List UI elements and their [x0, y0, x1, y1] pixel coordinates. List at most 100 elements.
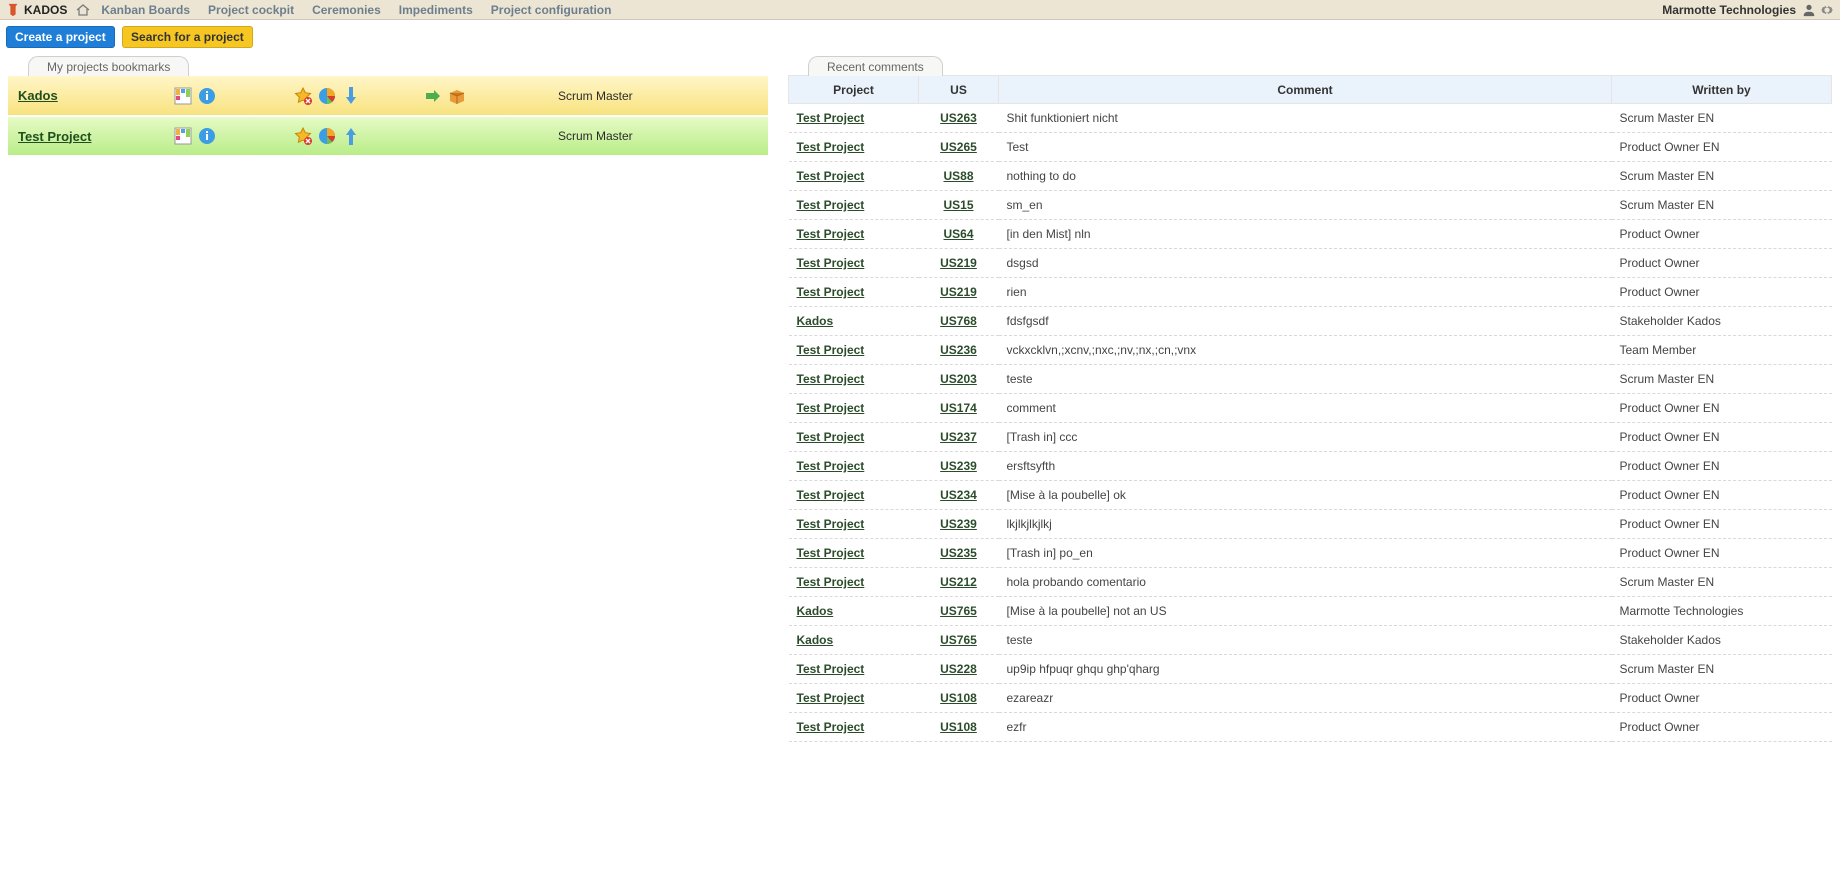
comment-text: Test [999, 133, 1612, 162]
comment-project-link[interactable]: Test Project [797, 111, 865, 125]
comment-project-link[interactable]: Test Project [797, 140, 865, 154]
comment-us-link[interactable]: US768 [940, 314, 977, 328]
comment-writer: Product Owner [1612, 249, 1832, 278]
reorder-up-icon[interactable] [342, 125, 360, 147]
comment-us-link[interactable]: US765 [940, 604, 977, 618]
bookmark-project-link[interactable]: Test Project [18, 129, 91, 144]
col-project: Project [789, 76, 919, 104]
comment-project-link[interactable]: Test Project [797, 575, 865, 589]
user-icon[interactable] [1802, 3, 1816, 17]
nav-ceremonies[interactable]: Ceremonies [312, 3, 381, 17]
comment-us-link[interactable]: US108 [940, 720, 977, 734]
nav-config[interactable]: Project configuration [491, 3, 612, 17]
unbookmark-icon[interactable] [294, 127, 312, 145]
comment-writer: Scrum Master EN [1612, 104, 1832, 133]
comment-project-link[interactable]: Kados [797, 633, 834, 647]
bookmark-project-link[interactable]: Kados [18, 88, 58, 103]
comment-us-link[interactable]: US15 [943, 198, 973, 212]
comment-text: teste [999, 626, 1612, 655]
comment-writer: Product Owner EN [1612, 133, 1832, 162]
comment-us-link[interactable]: US237 [940, 430, 977, 444]
comment-writer: Product Owner [1612, 220, 1832, 249]
comment-us-link[interactable]: US219 [940, 256, 977, 270]
comment-us-link[interactable]: US235 [940, 546, 977, 560]
comment-us-link[interactable]: US228 [940, 662, 977, 676]
gear-icon[interactable] [1820, 3, 1834, 17]
comment-us-link[interactable]: US263 [940, 111, 977, 125]
comment-us-link[interactable]: US239 [940, 517, 977, 531]
comment-us-link[interactable]: US236 [940, 343, 977, 357]
comment-text: fdsfgsdf [999, 307, 1612, 336]
comment-project-link[interactable]: Test Project [797, 401, 865, 415]
comment-writer: Product Owner [1612, 713, 1832, 742]
comment-project-link[interactable]: Test Project [797, 256, 865, 270]
comment-project-link[interactable]: Test Project [797, 662, 865, 676]
comment-project-link[interactable]: Test Project [797, 720, 865, 734]
comment-us-link[interactable]: US265 [940, 140, 977, 154]
comment-project-link[interactable]: Test Project [797, 691, 865, 705]
comment-writer: Scrum Master EN [1612, 365, 1832, 394]
info-icon[interactable] [198, 127, 216, 145]
comment-us-link[interactable]: US212 [940, 575, 977, 589]
comment-writer: Product Owner EN [1612, 510, 1832, 539]
unbookmark-icon[interactable] [294, 87, 312, 105]
comment-writer: Scrum Master EN [1612, 655, 1832, 684]
reorder-down-icon[interactable] [342, 85, 360, 107]
comment-project-link[interactable]: Test Project [797, 546, 865, 560]
comment-writer: Product Owner EN [1612, 394, 1832, 423]
comment-text: rien [999, 278, 1612, 307]
comments-table: Project US Comment Written by Test Proje… [788, 75, 1832, 742]
nav-links: Kanban Boards Project cockpit Ceremonies… [101, 3, 611, 17]
nav-kanban[interactable]: Kanban Boards [101, 3, 190, 17]
comment-row: Test ProjectUS235[Trash in] po_enProduct… [789, 539, 1832, 568]
info-icon[interactable] [198, 87, 216, 105]
stats-icon[interactable] [318, 87, 336, 105]
create-project-button[interactable]: Create a project [6, 26, 115, 48]
comment-project-link[interactable]: Test Project [797, 372, 865, 386]
comment-us-link[interactable]: US203 [940, 372, 977, 386]
comment-project-link[interactable]: Test Project [797, 488, 865, 502]
comment-text: teste [999, 365, 1612, 394]
package-icon[interactable] [448, 87, 466, 105]
brand[interactable]: KADOS [6, 3, 67, 17]
comment-writer: Scrum Master EN [1612, 568, 1832, 597]
comment-row: KadosUS768fdsfgsdfStakeholder Kados [789, 307, 1832, 336]
comment-project-link[interactable]: Test Project [797, 198, 865, 212]
comment-project-link[interactable]: Kados [797, 314, 834, 328]
comment-project-link[interactable]: Test Project [797, 169, 865, 183]
comment-project-link[interactable]: Test Project [797, 459, 865, 473]
bookmark-role: Scrum Master [558, 89, 633, 103]
comment-project-link[interactable]: Test Project [797, 227, 865, 241]
comment-text: [Trash in] ccc [999, 423, 1612, 452]
export-icon[interactable] [424, 87, 442, 105]
comment-project-link[interactable]: Test Project [797, 517, 865, 531]
comment-row: Test ProjectUS237[Trash in] cccProduct O… [789, 423, 1832, 452]
comment-us-link[interactable]: US765 [940, 633, 977, 647]
comment-project-link[interactable]: Test Project [797, 343, 865, 357]
comment-row: Test Project US64 [in den Mist] nlnProduct… [789, 220, 1832, 249]
search-project-button[interactable]: Search for a project [122, 26, 253, 48]
comment-us-link[interactable]: US108 [940, 691, 977, 705]
nav-cockpit[interactable]: Project cockpit [208, 3, 294, 17]
stats-icon[interactable] [318, 127, 336, 145]
comment-project-link[interactable]: Test Project [797, 285, 865, 299]
comment-us-link[interactable]: US219 [940, 285, 977, 299]
col-writer: Written by [1612, 76, 1832, 104]
board-icon[interactable] [174, 127, 192, 145]
comment-row: Test ProjectUS263Shit funktioniert nicht… [789, 104, 1832, 133]
comment-text: [Mise à la poubelle] ok [999, 481, 1612, 510]
comment-text: [Mise à la poubelle] not an US [999, 597, 1612, 626]
comment-us-link[interactable]: US239 [940, 459, 977, 473]
comment-us-link[interactable]: US88 [943, 169, 973, 183]
comment-project-link[interactable]: Test Project [797, 430, 865, 444]
comment-us-link[interactable]: US234 [940, 488, 977, 502]
comment-row: Test Project US203 testeScrum Master EN [789, 365, 1832, 394]
nav-impediments[interactable]: Impediments [399, 3, 473, 17]
comment-project-link[interactable]: Kados [797, 604, 834, 618]
comment-us-link[interactable]: US174 [940, 401, 977, 415]
comment-us-link[interactable]: US64 [943, 227, 973, 241]
home-icon[interactable] [75, 2, 91, 18]
comment-text: [in den Mist] nln [999, 220, 1612, 249]
board-icon[interactable] [174, 87, 192, 105]
comment-text: hola probando comentario [999, 568, 1612, 597]
